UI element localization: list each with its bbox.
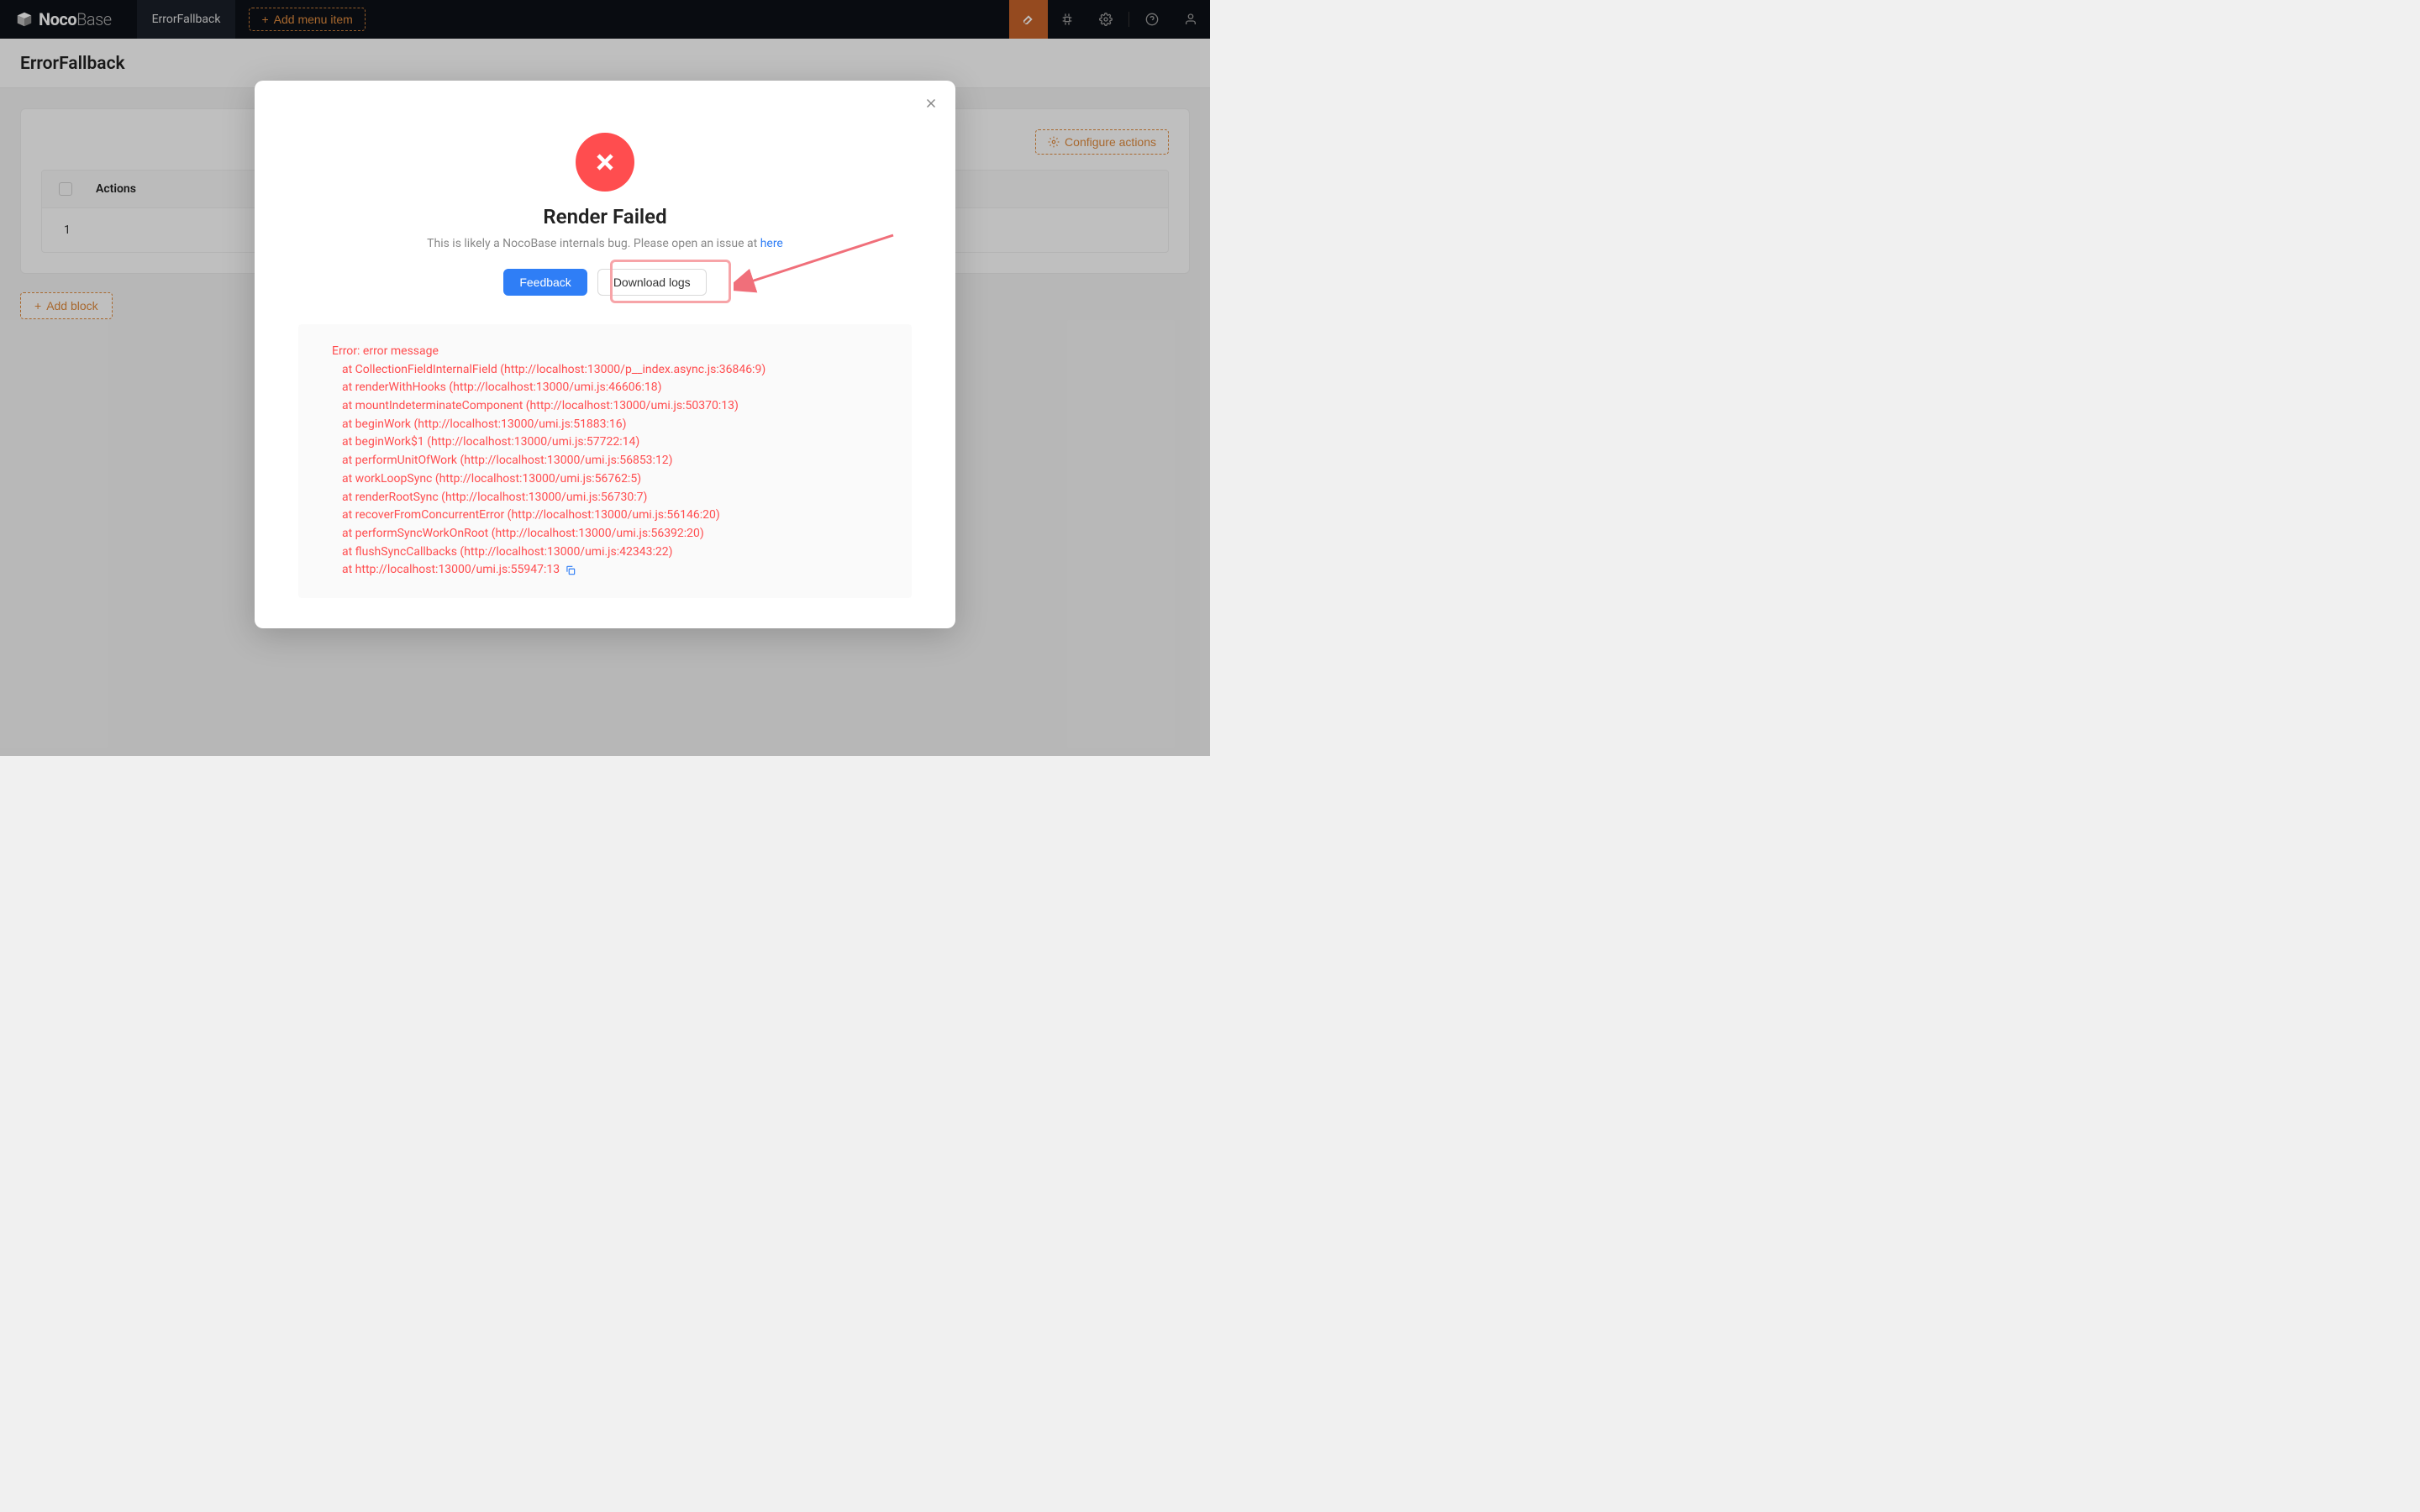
stack-line: at http://localhost:13000/umi.js:55947:1… <box>332 561 878 580</box>
stack-line: at beginWork (http://localhost:13000/umi… <box>332 416 878 434</box>
stack-line: at flushSyncCallbacks (http://localhost:… <box>332 543 878 562</box>
error-modal: Render Failed This is likely a NocoBase … <box>255 81 955 628</box>
modal-title: Render Failed <box>276 205 934 228</box>
modal-description: This is likely a NocoBase internals bug.… <box>276 237 934 250</box>
stack-trace: Error: error message at CollectionFieldI… <box>298 324 912 598</box>
copy-icon[interactable] <box>565 564 576 576</box>
stack-line: at mountIndeterminateComponent (http://l… <box>332 397 878 416</box>
stack-line: at recoverFromConcurrentError (http://lo… <box>332 507 878 525</box>
feedback-button[interactable]: Feedback <box>503 269 587 296</box>
stack-line: at beginWork$1 (http://localhost:13000/u… <box>332 433 878 452</box>
modal-desc-text: This is likely a NocoBase internals bug.… <box>427 237 760 250</box>
download-logs-button[interactable]: Download logs <box>597 269 707 296</box>
error-icon <box>576 133 634 192</box>
stack-last-line: at http://localhost:13000/umi.js:55947:1… <box>342 563 560 576</box>
modal-overlay: Render Failed This is likely a NocoBase … <box>0 0 1210 756</box>
close-icon[interactable] <box>923 96 939 111</box>
stack-line: at performSyncWorkOnRoot (http://localho… <box>332 525 878 543</box>
stack-line: Error: error message <box>332 343 878 361</box>
issue-link[interactable]: here <box>760 237 783 250</box>
stack-line: at workLoopSync (http://localhost:13000/… <box>332 470 878 489</box>
stack-line: at performUnitOfWork (http://localhost:1… <box>332 452 878 470</box>
stack-line: at CollectionFieldInternalField (http://… <box>332 361 878 380</box>
stack-line: at renderRootSync (http://localhost:1300… <box>332 489 878 507</box>
stack-line: at renderWithHooks (http://localhost:130… <box>332 379 878 397</box>
